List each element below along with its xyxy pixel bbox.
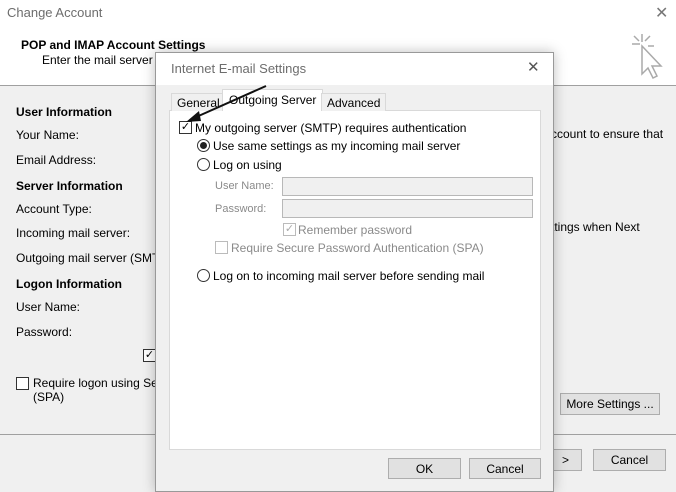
window-title: Change Account (7, 5, 103, 20)
spa-label-2: (SPA) (33, 390, 65, 404)
password-input[interactable] (282, 199, 533, 218)
right-text-1: ccount to ensure that (551, 127, 664, 141)
require-spa-checkbox-disabled[interactable] (215, 241, 228, 254)
log-on-incoming-label: Log on to incoming mail server before se… (213, 269, 485, 283)
label-incoming: Incoming mail server: (16, 226, 131, 240)
label-user-name: User Name: (16, 300, 81, 314)
section-server-info: Server Information (16, 179, 123, 193)
annotation-arrow-icon (186, 85, 267, 122)
log-on-using-label: Log on using (213, 158, 282, 172)
right-text-2: ttings when Next (551, 220, 640, 234)
dialog-close-icon[interactable]: ✕ (527, 58, 540, 76)
password-label: Password: (215, 203, 267, 215)
label-password: Password: (16, 325, 73, 339)
user-name-label: User Name: (215, 180, 274, 192)
require-spa-checkbox[interactable] (16, 377, 29, 390)
spa-label: Require logon using Secu (33, 376, 171, 390)
remember-password-label: Remember password (298, 223, 413, 237)
dialog-cancel-button[interactable]: Cancel (469, 458, 541, 479)
label-email: Email Address: (16, 153, 97, 167)
cancel-button[interactable]: Cancel (593, 449, 666, 471)
section-logon-info: Logon Information (16, 277, 122, 291)
page-title: POP and IMAP Account Settings (21, 38, 206, 52)
tab-advanced[interactable]: Advanced (321, 93, 387, 111)
user-name-input[interactable] (282, 177, 533, 196)
use-same-settings-radio[interactable] (197, 139, 210, 152)
cursor-sparkle-icon (632, 34, 663, 80)
log-on-using-radio[interactable] (197, 158, 210, 171)
close-icon[interactable]: ✕ (655, 3, 668, 23)
label-account-type: Account Type: (16, 202, 92, 216)
dialog-title: Internet E-mail Settings (171, 61, 307, 76)
more-settings-button[interactable]: More Settings ... (560, 393, 660, 415)
remember-password-checkbox-disabled[interactable]: ✓ (283, 223, 296, 236)
section-user-info: User Information (16, 105, 113, 119)
label-your-name: Your Name: (16, 128, 79, 142)
log-on-incoming-radio[interactable] (197, 269, 210, 282)
require-spa-label: Require Secure Password Authentication (… (231, 241, 484, 255)
label-outgoing: Outgoing mail server (SMTP): (16, 251, 175, 265)
ok-button[interactable]: OK (388, 458, 461, 479)
use-same-settings-label: Use same settings as my incoming mail se… (213, 139, 461, 153)
